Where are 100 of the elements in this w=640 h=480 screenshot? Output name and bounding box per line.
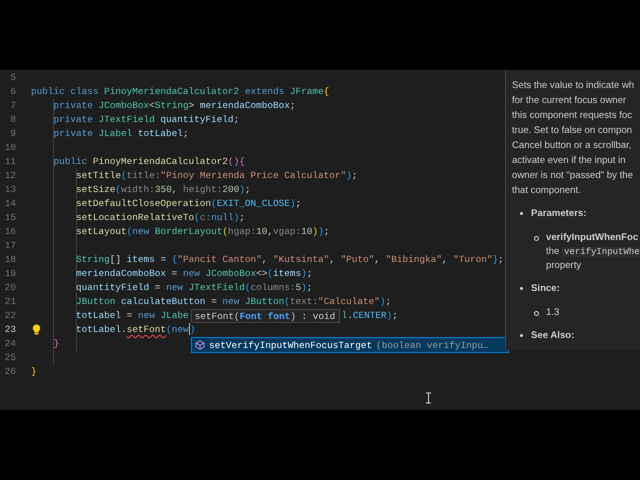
line-number: 24 bbox=[4, 337, 16, 351]
line-number: 5 bbox=[9, 71, 16, 85]
code-token: 10 bbox=[301, 225, 312, 239]
line-number: 10 bbox=[4, 141, 16, 155]
code-token: EXIT_ON_CLOSE bbox=[216, 197, 290, 211]
lightbulb-icon[interactable] bbox=[32, 324, 41, 335]
line-number: 11 bbox=[4, 155, 16, 169]
code-token: public bbox=[54, 155, 88, 169]
code-token: ) bbox=[290, 197, 296, 211]
code-token: ) bbox=[301, 281, 307, 295]
code-token: ( bbox=[222, 225, 228, 239]
code-token: String bbox=[154, 99, 189, 113]
code-token: , bbox=[374, 253, 381, 267]
line-number: 16 bbox=[4, 225, 16, 239]
code-token: meriendaComboBox bbox=[76, 267, 166, 281]
doc-text: Sets the value to indicate wh bbox=[512, 79, 636, 93]
code-token: setLayout bbox=[76, 225, 127, 239]
code-token: = bbox=[154, 281, 162, 295]
bullet-icon bbox=[534, 236, 539, 241]
code-token: JLabel bbox=[98, 127, 134, 141]
signature-tooltip: setFont(Font font) : void bbox=[190, 309, 340, 323]
code-token: ( bbox=[194, 211, 200, 225]
code-token: BorderLayout bbox=[154, 225, 222, 239]
code-token: JTextField bbox=[98, 113, 156, 127]
code-token: JLabe bbox=[160, 309, 189, 323]
code-token: ; bbox=[306, 281, 312, 295]
line-number: 19 bbox=[4, 267, 16, 281]
code-token: totLabel bbox=[76, 309, 122, 323]
code-token: . bbox=[121, 323, 127, 337]
code-token: setLocationRelativeTo bbox=[76, 211, 194, 225]
code-token: 200 bbox=[222, 183, 240, 197]
line-number: 8 bbox=[9, 113, 16, 127]
text-cursor-icon bbox=[425, 392, 432, 404]
code-token: setTitle bbox=[76, 169, 122, 183]
code-token: JButton bbox=[244, 295, 284, 309]
code-token: new bbox=[172, 323, 189, 337]
doc-text: 1.3 bbox=[546, 306, 560, 320]
code-token: = bbox=[160, 253, 168, 267]
code-token: public bbox=[31, 85, 66, 99]
code-token: ; bbox=[244, 183, 251, 197]
doc-heading: See Also: bbox=[531, 330, 574, 341]
code-token: c: bbox=[200, 211, 212, 225]
code-token: , bbox=[262, 253, 268, 267]
suggestion-item[interactable]: setVerifyInputWhenFocusTarget (boolean verifyInpu… bbox=[192, 338, 508, 352]
code-token: items bbox=[273, 267, 302, 281]
line-number: 18 bbox=[4, 253, 16, 267]
code-token: ) bbox=[380, 295, 386, 309]
code-token: PinoyMeriendaCalculator2 bbox=[104, 85, 240, 99]
inline-code: verifyInputWhe bbox=[562, 247, 640, 257]
code-token: JComboBox bbox=[205, 267, 256, 281]
code-token: = bbox=[172, 267, 178, 281]
code-token: = bbox=[211, 295, 218, 309]
code-token: { bbox=[172, 253, 178, 267]
code-token: ) bbox=[234, 211, 240, 225]
code-token: ; bbox=[386, 295, 392, 309]
line-number: 12 bbox=[4, 169, 16, 183]
code-token: new bbox=[222, 295, 240, 309]
code-token: , bbox=[172, 183, 178, 197]
line-number: 13 bbox=[4, 183, 16, 197]
cube-icon bbox=[195, 340, 205, 350]
code-token: vgap: bbox=[273, 225, 302, 239]
code-token: title: bbox=[126, 169, 160, 183]
code-token: ( bbox=[267, 267, 273, 281]
code-token: ( bbox=[284, 295, 290, 309]
code-token: meriendaComboBox bbox=[200, 99, 290, 113]
code-token: ; bbox=[239, 211, 245, 225]
code-token: } bbox=[31, 365, 37, 379]
code-token: l bbox=[342, 309, 348, 323]
code-token: ; bbox=[306, 267, 312, 281]
code-token: "Puto" bbox=[340, 253, 374, 267]
line-number: 17 bbox=[4, 239, 16, 253]
code-token: class bbox=[70, 85, 100, 99]
code-token: ( bbox=[244, 281, 250, 295]
code-token: text: bbox=[290, 295, 318, 309]
line-number: 9 bbox=[9, 127, 16, 141]
line-number: 22 bbox=[4, 309, 16, 323]
code-token: > bbox=[188, 99, 196, 113]
doc-text: owner is not "passed" by the bbox=[512, 169, 634, 183]
parameter-name: verifyInputWhenFoc bbox=[546, 231, 640, 245]
code-token: private bbox=[54, 127, 94, 141]
code-token: ; bbox=[182, 127, 189, 141]
code-token: ) bbox=[312, 225, 318, 239]
code-token: 10 bbox=[256, 225, 268, 239]
code-token: ; bbox=[352, 169, 358, 183]
line-number: 20 bbox=[4, 281, 16, 295]
bullet-icon bbox=[520, 287, 523, 290]
code-token: <> bbox=[256, 267, 268, 281]
doc-text: for the current focus owner bbox=[512, 94, 628, 108]
doc-text: activate even if the input in bbox=[512, 154, 627, 168]
doc-text: the bbox=[546, 246, 560, 257]
code-token: ( bbox=[211, 197, 217, 211]
code-token: totLabel bbox=[76, 323, 122, 337]
code-token: ) bbox=[318, 225, 324, 239]
code-token: ; bbox=[392, 309, 398, 323]
code-token: "Turon" bbox=[453, 253, 492, 267]
bullet-icon bbox=[534, 311, 539, 316]
code-token: setDefaultCloseOperation bbox=[76, 197, 212, 211]
code-token: . bbox=[347, 309, 353, 323]
code-token: private bbox=[54, 99, 94, 113]
code-token: } bbox=[54, 337, 60, 351]
